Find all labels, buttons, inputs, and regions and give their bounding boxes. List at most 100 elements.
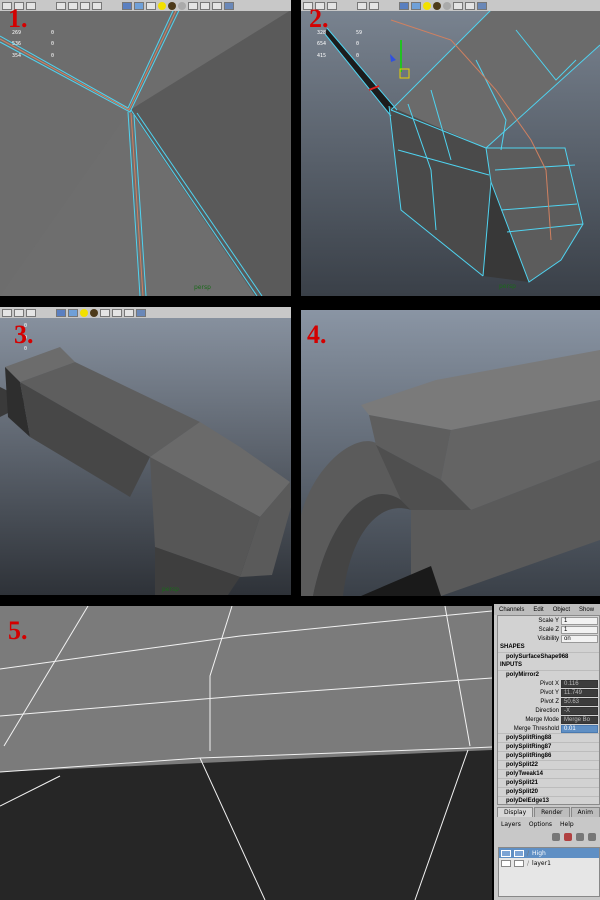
toolbar-button[interactable] [80, 1, 90, 10]
texture-icon[interactable] [443, 1, 451, 10]
new-layer-from-selection-icon[interactable] [564, 833, 572, 841]
menu-layers[interactable]: Layers [501, 821, 521, 828]
toolbar-button[interactable] [453, 1, 463, 10]
tab-anim[interactable]: Anim [570, 807, 600, 817]
layer-row[interactable]: / High [499, 848, 599, 858]
attr-row[interactable]: Pivot Z 50.63 [498, 697, 599, 706]
toolbar-button[interactable] [411, 1, 421, 10]
attr-row[interactable]: Scale Z1 [498, 625, 599, 634]
move-manipulator-z[interactable] [390, 54, 396, 62]
toolbar-button[interactable] [68, 308, 78, 317]
toolbar-button[interactable] [112, 308, 122, 317]
new-layer-icon[interactable] [552, 833, 560, 841]
toolbar-button[interactable] [146, 1, 156, 10]
attr-field[interactable]: -X [561, 706, 598, 715]
visibility-toggle[interactable] [501, 859, 511, 867]
toolbar-button[interactable] [357, 1, 367, 10]
toolbar-button[interactable] [56, 1, 66, 10]
attr-field[interactable]: 1 [561, 625, 598, 634]
display-type-toggle[interactable] [514, 849, 524, 857]
stat-value: 0 [51, 52, 55, 59]
toolbar-button[interactable] [68, 1, 78, 10]
toolbar-button[interactable] [2, 308, 12, 317]
menu-help[interactable]: Help [560, 821, 574, 828]
attr-field[interactable]: 1 [561, 616, 598, 625]
shading-icon[interactable] [433, 1, 441, 10]
toolbar-button[interactable] [188, 1, 198, 10]
attr-field[interactable]: on [561, 634, 598, 643]
attr-field[interactable]: Merge Bo [561, 715, 598, 724]
tab-display[interactable]: Display [497, 807, 534, 817]
move-up-icon[interactable] [576, 833, 584, 841]
tab-render[interactable]: Render [534, 807, 570, 817]
display-type-toggle[interactable] [514, 859, 524, 867]
toolbar-button[interactable] [14, 308, 24, 317]
move-down-icon[interactable] [588, 833, 596, 841]
shading-icon[interactable] [90, 308, 98, 317]
toolbar-button[interactable] [136, 308, 146, 317]
attr-row[interactable]: Merge Mode Merge Bo [498, 715, 599, 724]
viewport-panel-2[interactable]: 328 59 654 0 415 0 2. persp [301, 0, 600, 296]
attr-row[interactable]: Scale Y1 [498, 616, 599, 625]
attr-row[interactable]: Pivot Y 11.749 [498, 688, 599, 697]
viewport-panel-3[interactable]: 0 0 0 3. persp [0, 307, 291, 595]
shape-node[interactable]: polySurfaceShape968 [498, 652, 599, 661]
toolbar-button[interactable] [134, 1, 144, 10]
menu-show[interactable]: Show [579, 607, 594, 613]
toolbar-button[interactable] [327, 1, 337, 10]
toolbar-button[interactable] [26, 308, 36, 317]
attr-row[interactable]: Visibility on [498, 634, 599, 643]
history-node[interactable]: polySplit22 [498, 760, 599, 769]
inputs-header: INPUTS [500, 662, 523, 668]
toolbar-button[interactable] [26, 1, 36, 10]
toolbar-button[interactable] [224, 1, 234, 10]
visibility-toggle[interactable] [501, 849, 511, 857]
attr-row[interactable]: Direction -X [498, 706, 599, 715]
input-node-mirror[interactable]: polyMirror2 [498, 670, 599, 679]
viewport-panel-5[interactable]: 5. [0, 606, 492, 900]
shading-icon[interactable] [168, 1, 176, 10]
history-node[interactable]: polySplitRing87 [498, 742, 599, 751]
history-node[interactable]: polyDelEdge13 [498, 796, 599, 805]
light-icon[interactable] [423, 1, 431, 10]
toolbar-button[interactable] [124, 308, 134, 317]
history-node[interactable]: polySplit20 [498, 787, 599, 796]
layer-row[interactable]: / layer1 [499, 858, 599, 868]
attr-field[interactable]: 0.116 [561, 679, 598, 688]
toolbar-button[interactable] [122, 1, 132, 10]
layer-color-icon[interactable]: / [527, 860, 529, 867]
light-icon[interactable] [158, 1, 166, 10]
history-node[interactable]: polySplitRing88 [498, 733, 599, 742]
toolbar-button[interactable] [465, 1, 475, 10]
toolbar-button[interactable] [100, 308, 110, 317]
step-number: 5. [8, 616, 28, 645]
toolbar-button[interactable] [92, 1, 102, 10]
texture-icon[interactable] [178, 1, 186, 10]
stat-value: 59 [356, 29, 363, 36]
viewport-panel-1[interactable]: 269 0 536 0 354 0 1. persp [0, 0, 291, 296]
history-node[interactable]: polySplitRing86 [498, 751, 599, 760]
attr-field[interactable]: 11.749 [561, 688, 598, 697]
attr-label: Visibility [537, 635, 559, 642]
menu-options[interactable]: Options [529, 821, 552, 828]
toolbar-button[interactable] [212, 1, 222, 10]
toolbar-button[interactable] [200, 1, 210, 10]
layer-color-icon[interactable]: / [527, 850, 529, 857]
history-node[interactable]: polySplit21 [498, 778, 599, 787]
attr-field[interactable]: 50.63 [561, 697, 598, 706]
toolbar-button[interactable] [56, 308, 66, 317]
stat-value: 654 [317, 41, 327, 47]
menu-object[interactable]: Object [553, 607, 570, 613]
menu-channels[interactable]: Channels [499, 607, 524, 613]
menu-edit[interactable]: Edit [533, 607, 543, 613]
attr-row[interactable]: Merge Threshold 0.01 [498, 724, 599, 733]
history-node[interactable]: polyTweak14 [498, 769, 599, 778]
attr-row[interactable]: Pivot X 0.116 [498, 679, 599, 688]
toolbar-button[interactable] [477, 1, 487, 10]
toolbar-button[interactable] [399, 1, 409, 10]
toolbar-button[interactable] [369, 1, 379, 10]
viewport-scene [301, 350, 600, 596]
attr-field[interactable]: 0.01 [561, 724, 598, 733]
viewport-panel-4[interactable]: 4. [301, 310, 600, 596]
light-icon[interactable] [80, 308, 88, 317]
